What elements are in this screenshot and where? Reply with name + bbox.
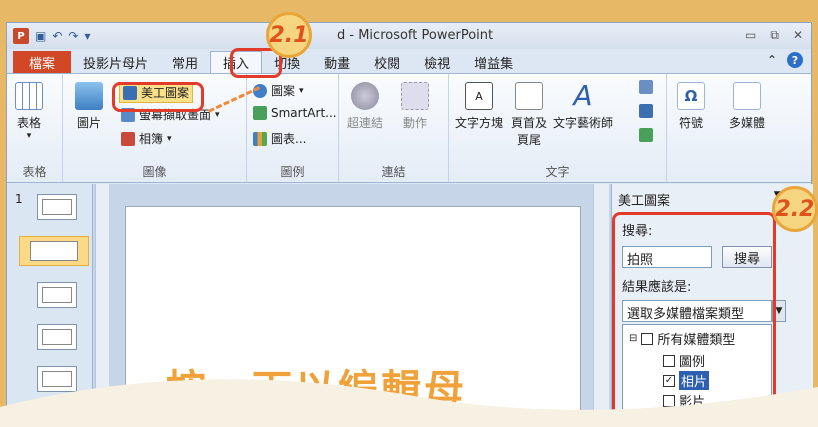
tab-animations[interactable]: 動畫 xyxy=(312,51,362,73)
omega-icon: Ω xyxy=(677,82,705,110)
group-label-links: 連結 xyxy=(381,165,406,179)
speaker-icon xyxy=(733,82,761,110)
step-badge-2-1: 2.1 xyxy=(266,12,312,58)
table-icon xyxy=(15,82,43,110)
callout-highlight-clipart xyxy=(112,82,204,112)
hyperlink-icon xyxy=(351,82,379,110)
tab-review[interactable]: 校閱 xyxy=(362,51,412,73)
group-label-illustrations: 圖例 xyxy=(280,165,305,179)
window-title: d - Microsoft PowerPoint xyxy=(337,28,494,43)
slide-number-icon[interactable] xyxy=(639,104,653,118)
redo-icon[interactable]: ↷ xyxy=(68,29,78,43)
step-badge-2-2: 2.2 xyxy=(772,186,818,232)
group-label-images: 圖像 xyxy=(142,165,167,179)
tab-addins[interactable]: 增益集 xyxy=(462,51,525,73)
ribbon-right-controls: ⌃ ? xyxy=(767,52,803,68)
media-button[interactable]: 多媒體 xyxy=(729,82,765,131)
action-icon xyxy=(401,82,429,110)
header-footer-icon xyxy=(515,82,543,110)
shapes-button[interactable]: 圖案 ▾ xyxy=(253,82,304,99)
wordart-icon: A xyxy=(573,79,593,112)
ribbon-tabs: 檔案 投影片母片 常用 插入 切換 動畫 校閱 檢視 增益集 ⌃ ? xyxy=(7,49,811,73)
wordart-button[interactable]: A 文字藝術師 xyxy=(553,82,613,131)
page-curl-decoration xyxy=(0,379,818,427)
group-text: A 文字方塊 頁首及 頁尾 A 文字藝術師 文字 xyxy=(449,74,667,182)
picture-icon xyxy=(75,82,103,110)
tab-file[interactable]: 檔案 xyxy=(13,51,72,73)
undo-icon[interactable]: ↶ xyxy=(52,29,62,43)
minimize-icon[interactable]: ▭ xyxy=(745,28,756,43)
group-label-table: 表格 xyxy=(22,165,47,179)
title-bar: P ▣ ↶ ↷ ▾ d - Microsoft PowerPoint ▭ ⧉ ✕ xyxy=(7,23,811,49)
group-table: 表格 ▾ 表格 xyxy=(7,74,63,182)
smartart-button[interactable]: SmartArt... xyxy=(253,106,337,120)
symbol-button[interactable]: Ω 符號 xyxy=(677,82,705,131)
minimize-ribbon-icon[interactable]: ⌃ xyxy=(767,53,777,67)
hyperlink-button[interactable]: 超連結 xyxy=(347,82,383,131)
help-icon[interactable]: ? xyxy=(787,52,803,68)
customize-dropdown-icon[interactable]: ▾ xyxy=(84,29,90,43)
table-button[interactable]: 表格 ▾ xyxy=(15,82,43,141)
chart-button[interactable]: 圖表... xyxy=(253,130,306,147)
save-icon[interactable]: ▣ xyxy=(35,29,46,43)
thumbnail-number: 1 xyxy=(15,192,23,206)
restore-icon[interactable]: ⧉ xyxy=(770,28,779,43)
group-symbols-media: Ω 符號 多媒體 xyxy=(667,74,807,182)
textbox-icon: A xyxy=(465,82,493,110)
pane-title: 美工圖案 xyxy=(618,194,671,209)
slide-thumbnail[interactable] xyxy=(37,194,77,220)
quick-access-toolbar: P ▣ ↶ ↷ ▾ xyxy=(7,28,91,44)
close-icon[interactable]: ✕ xyxy=(793,28,803,43)
tab-slide-master[interactable]: 投影片母片 xyxy=(71,51,160,73)
photo-album-icon xyxy=(121,131,135,146)
date-time-icon[interactable] xyxy=(639,80,653,94)
action-button[interactable]: 動作 xyxy=(401,82,429,131)
smartart-icon xyxy=(253,106,267,120)
tab-home[interactable]: 常用 xyxy=(160,51,210,73)
header-footer-button[interactable]: 頁首及 頁尾 xyxy=(509,82,549,148)
group-label-text: 文字 xyxy=(545,165,570,179)
slide-thumbnail-selected[interactable] xyxy=(19,236,89,266)
slide-thumbnail[interactable] xyxy=(37,324,77,350)
textbox-button[interactable]: A 文字方塊 xyxy=(455,82,503,131)
powerpoint-icon[interactable]: P xyxy=(13,28,29,44)
picture-button[interactable]: 圖片 xyxy=(75,82,103,131)
photo-album-button[interactable]: 相簿 ▾ xyxy=(121,130,172,147)
group-links: 超連結 動作 連結 xyxy=(339,74,449,182)
window-controls: ▭ ⧉ ✕ xyxy=(745,28,803,43)
group-illustrations: 圖案 ▾ SmartArt... 圖表... 圖例 xyxy=(247,74,339,182)
slide-thumbnail[interactable] xyxy=(37,282,77,308)
chart-icon xyxy=(253,131,267,146)
object-icon[interactable] xyxy=(639,128,653,142)
tab-view[interactable]: 檢視 xyxy=(412,51,462,73)
